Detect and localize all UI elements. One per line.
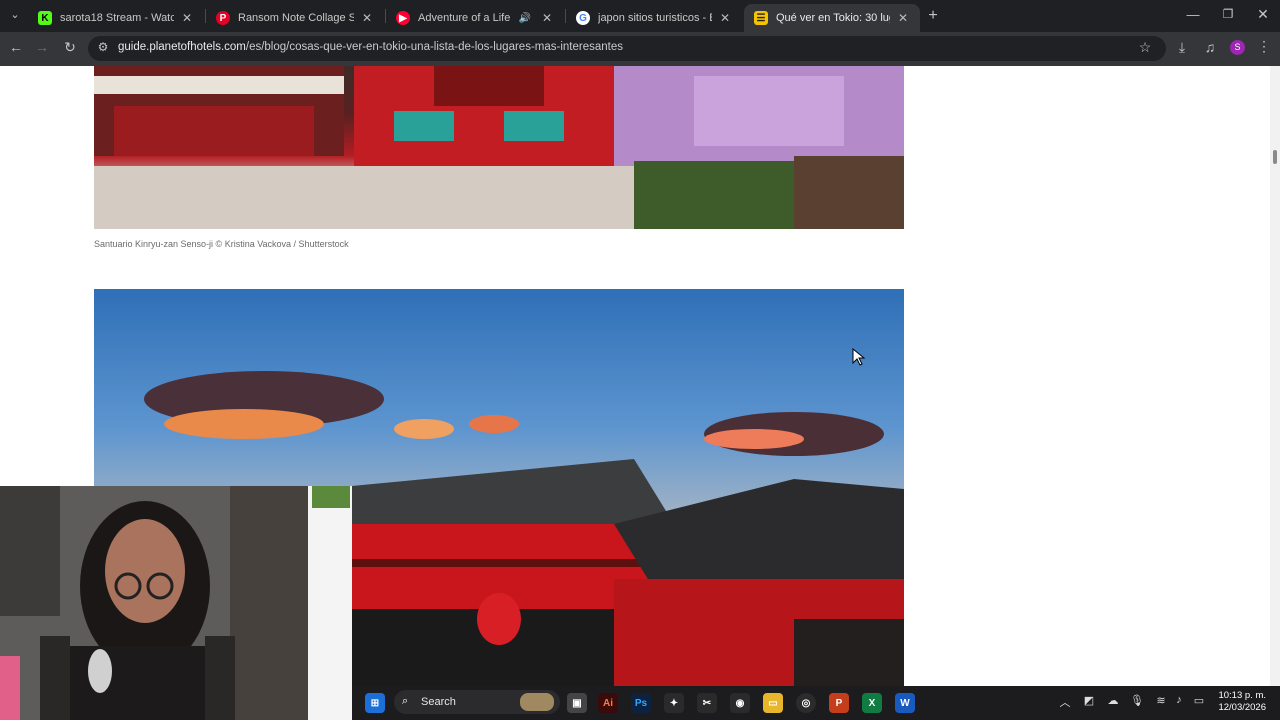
powerpoint-icon[interactable]: P (829, 693, 849, 713)
obs-icon[interactable]: ◉ (730, 693, 750, 713)
download-icon[interactable]: ⤓ (1173, 39, 1191, 56)
tab-2[interactable]: ▶ Adventure of a Lifetime | Yo 🔊 ✕ (386, 4, 564, 32)
maximize-icon[interactable]: ❐ (1219, 7, 1237, 21)
onedrive-icon[interactable]: ☁ (1104, 694, 1122, 707)
reload-icon[interactable]: ↻ (61, 39, 79, 56)
scrollbar-thumb[interactable] (1273, 150, 1277, 164)
taskbar-clock[interactable]: 10:13 p. m. 12/03/2026 (1216, 690, 1266, 714)
photo-caption: Santuario Kinryu-zan Senso-ji © Kristina… (94, 239, 349, 249)
media-controls-icon[interactable]: ♫ (1201, 39, 1219, 55)
tray-app-icon[interactable]: ◩ (1080, 694, 1098, 707)
volume-icon[interactable]: ♪ (1170, 694, 1188, 706)
tab-title: Ransom Note Collage Stream C (238, 12, 354, 24)
tab-3[interactable]: G japon sitios turisticos - Buscar c ✕ (566, 4, 742, 32)
url-text[interactable]: guide.planetofhotels.com/es/blog/cosas-q… (118, 41, 623, 53)
illustrator-icon[interactable]: Ai (598, 693, 618, 713)
tab-0[interactable]: K sarota18 Stream - Watch Live o ✕ (28, 4, 204, 32)
pinterest-icon: P (216, 11, 230, 25)
youtube-music-icon: ▶ (396, 11, 410, 25)
task-view-icon[interactable]: ▣ (567, 693, 587, 713)
url-host: guide.planetofhotels.com (118, 41, 246, 53)
minimize-icon[interactable]: — (1184, 7, 1202, 22)
tab-title: sarota18 Stream - Watch Live o (60, 12, 174, 24)
pointer-icon (852, 347, 866, 366)
planetofhotels-icon: ☰ (754, 11, 768, 25)
tab-1[interactable]: P Ransom Note Collage Stream C ✕ (206, 4, 384, 32)
close-tab-icon[interactable]: ✕ (896, 11, 910, 25)
back-icon[interactable]: ← (7, 39, 25, 55)
google-icon: G (576, 11, 590, 25)
close-window-icon[interactable]: ✕ (1254, 6, 1272, 23)
tab-search-chevron-icon[interactable]: ⌄ (6, 8, 24, 21)
microphone-icon[interactable]: 🎙 (1128, 694, 1146, 707)
tab-title: Adventure of a Lifetime | Yo (418, 12, 510, 24)
word-icon[interactable]: W (895, 693, 915, 713)
close-tab-icon[interactable]: ✕ (360, 11, 374, 25)
chrome-icon[interactable]: ◎ (796, 693, 816, 713)
bookmark-star-icon[interactable]: ☆ (1136, 39, 1154, 56)
webcam-overlay (0, 486, 352, 720)
windows-start-icon[interactable]: ⊞ (365, 693, 385, 713)
new-tab-icon[interactable]: + (924, 7, 942, 25)
site-info-icon[interactable]: ⚙ (94, 40, 112, 54)
search-highlight-icon (520, 693, 554, 711)
photoshop-icon[interactable]: Ps (631, 693, 651, 713)
wifi-icon[interactable]: ≋ (1152, 694, 1170, 707)
file-explorer-icon[interactable]: ▭ (763, 693, 783, 713)
tab-title: Qué ver en Tokio: 30 lugares im (776, 12, 890, 24)
url-path: /es/blog/cosas-que-ver-en-tokio-una-list… (245, 41, 623, 53)
article-photo-senso-ji-gate (94, 66, 904, 229)
forward-icon[interactable]: → (33, 39, 51, 55)
kick-icon: K (38, 11, 52, 25)
tab-title: japon sitios turisticos - Buscar c (598, 12, 712, 24)
menu-kebab-icon[interactable]: ⋮ (1255, 38, 1273, 55)
capcut-icon[interactable]: ✂ (697, 693, 717, 713)
figma-icon[interactable]: ✦ (664, 693, 684, 713)
search-icon: ⌕ (402, 695, 409, 707)
close-tab-icon[interactable]: ✕ (180, 11, 194, 25)
excel-icon[interactable]: X (862, 693, 882, 713)
battery-icon[interactable]: ▭ (1190, 694, 1208, 707)
show-hidden-icons-icon[interactable]: ︿ (1056, 694, 1074, 710)
streamer-webcam-feed (0, 486, 352, 720)
audio-playing-icon[interactable]: 🔊 (516, 13, 534, 24)
clock-date: 12/03/2026 (1218, 702, 1266, 713)
close-tab-icon[interactable]: ✕ (540, 11, 554, 25)
tab-4-active[interactable]: ☰ Qué ver en Tokio: 30 lugares im ✕ (744, 4, 920, 32)
clock-time: 10:13 p. m. (1218, 690, 1266, 701)
close-tab-icon[interactable]: ✕ (718, 11, 732, 25)
profile-avatar[interactable]: S (1230, 40, 1245, 55)
senso-ji-gate-illustration (94, 66, 904, 229)
taskbar-search-label: Search (421, 696, 456, 708)
